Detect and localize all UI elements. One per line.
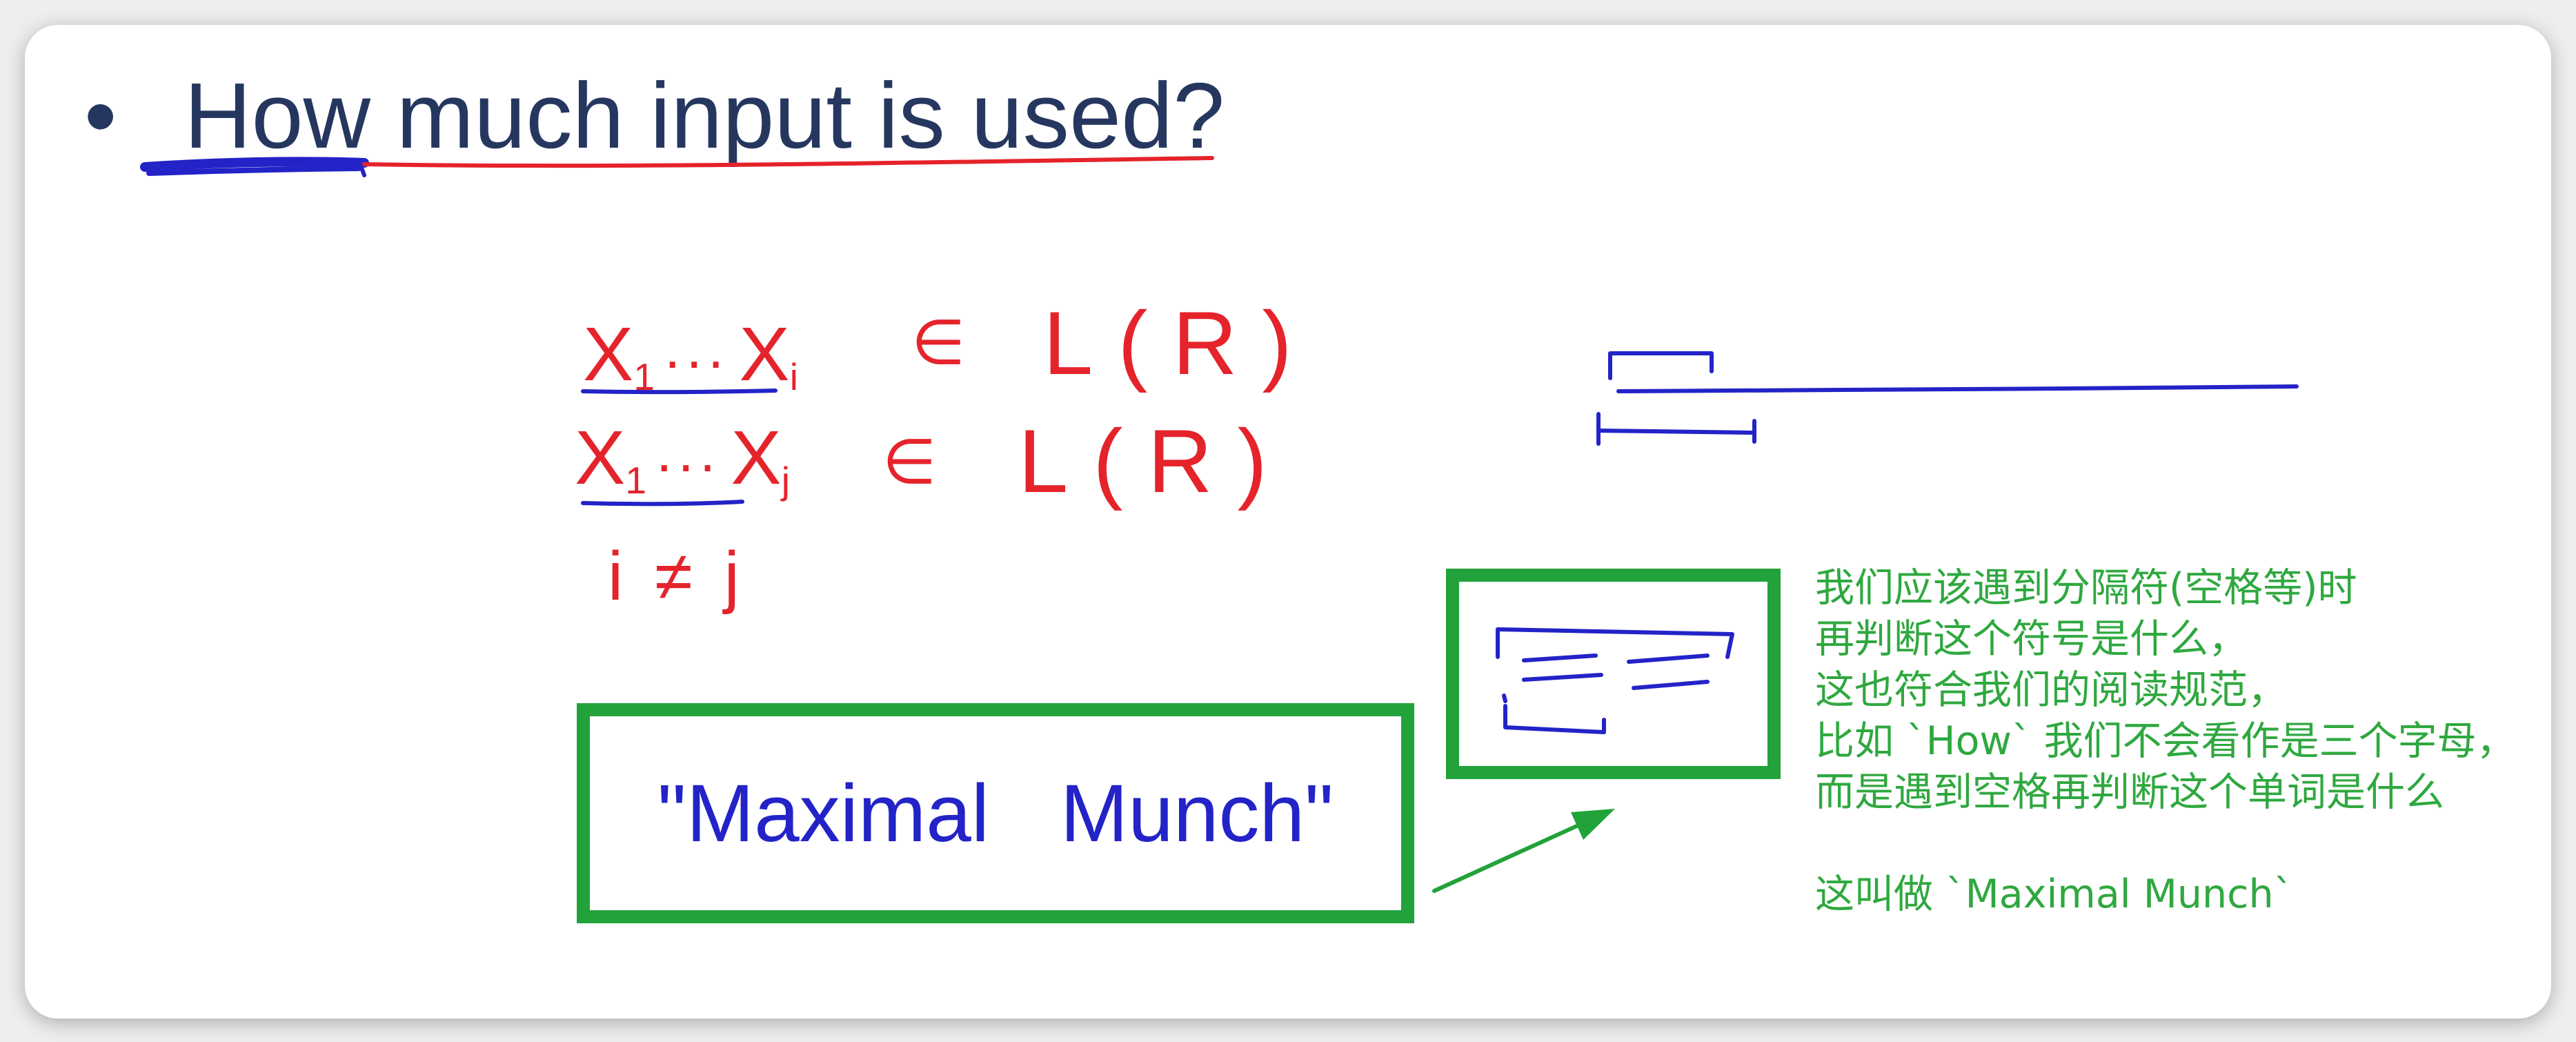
maximal-munch-box: "Maximal Munch" bbox=[577, 703, 1414, 923]
condition-text: i ≠ j bbox=[608, 538, 740, 615]
formula-2-x2: X bbox=[731, 415, 782, 500]
formula-2-x1: X bbox=[575, 415, 626, 500]
formula-1-rhs: L(R) bbox=[1043, 293, 1317, 393]
note-line-2: 再判断这个符号是什么， bbox=[1815, 616, 2248, 662]
formula-2-sub1: 1 bbox=[625, 458, 646, 502]
formula-1-x1: X bbox=[583, 312, 634, 397]
formula-1-sub2: i bbox=[789, 355, 798, 398]
note-line-4: 比如 `How` 我们不会看作是三个字母， bbox=[1815, 718, 2516, 764]
maximal-munch-label: "Maximal Munch" bbox=[657, 767, 1334, 859]
formula-2-operator: ∈ bbox=[882, 428, 937, 497]
bullet-point: • bbox=[84, 63, 117, 168]
formula-2-rhs: L(R) bbox=[1018, 411, 1292, 511]
formula-1-x2: X bbox=[739, 312, 790, 397]
note-closing: 这叫做 `Maximal Munch` bbox=[1815, 872, 2294, 917]
token-diagram-box bbox=[1446, 569, 1781, 779]
formula-1-operator: ∈ bbox=[911, 308, 966, 377]
formula-2-sub2: j bbox=[781, 458, 790, 502]
slide-title: How much input is used? bbox=[184, 63, 1225, 168]
formula-2-lhs: X1 ··· Xj bbox=[575, 420, 790, 500]
formula-1-lhs: X1 ··· Xi bbox=[583, 317, 798, 396]
note-spacer bbox=[1815, 818, 2516, 869]
formula-1-dots: ··· bbox=[662, 329, 729, 393]
note-line-5: 而是遇到空格再判断这个单词是什么 bbox=[1815, 769, 2444, 815]
formula-1-sub1: 1 bbox=[633, 355, 655, 398]
note-line-3: 这也符合我们的阅读规范， bbox=[1815, 667, 2287, 713]
note-line-1: 我们应该遇到分隔符(空格等)时 bbox=[1815, 565, 2357, 611]
formula-2-dots: ··· bbox=[654, 433, 720, 496]
annotation-note: 我们应该遇到分隔符(空格等)时 再判断这个符号是什么， 这也符合我们的阅读规范，… bbox=[1815, 562, 2516, 920]
